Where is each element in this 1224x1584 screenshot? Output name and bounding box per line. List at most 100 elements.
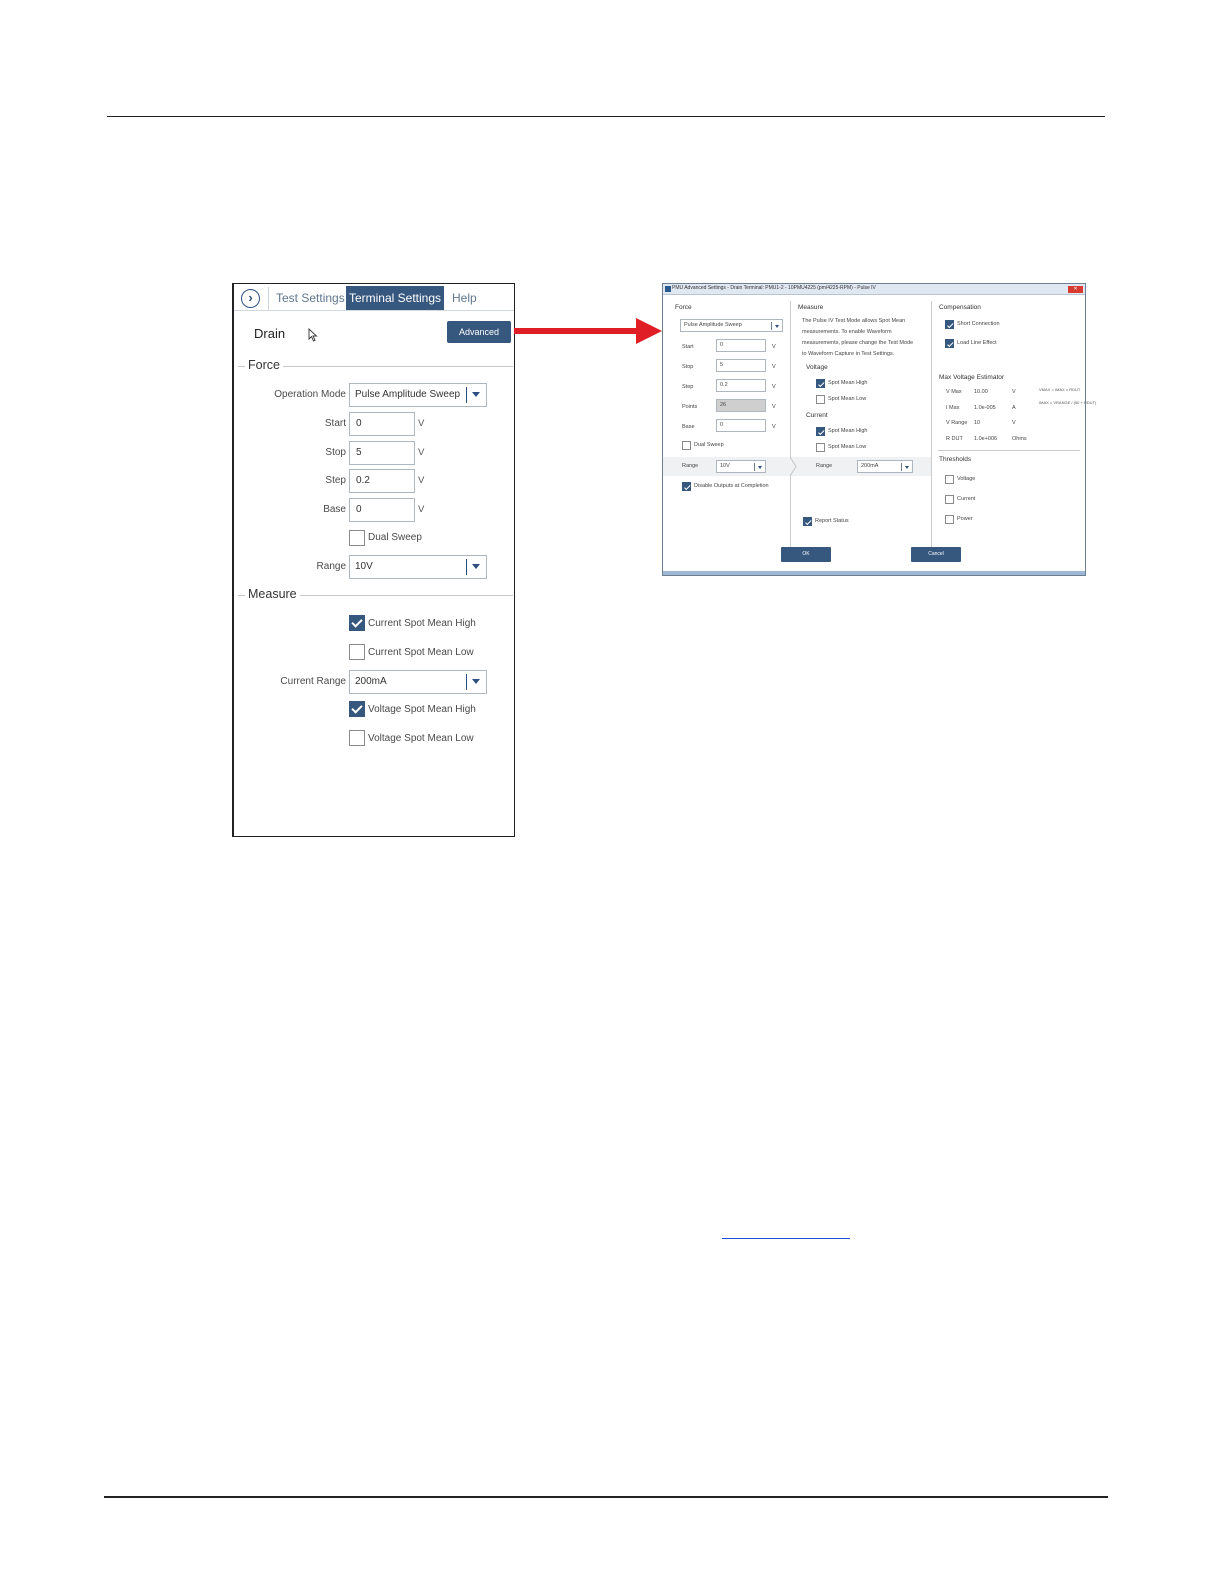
dlg-measure-note-2: measurements. To enable Waveform — [802, 329, 892, 335]
dlg-base-label: Base — [682, 424, 695, 430]
dlg-threshold-current-label: Current — [957, 496, 976, 502]
current-range-value: 200mA — [355, 676, 387, 687]
advanced-button[interactable]: Advanced — [447, 321, 511, 343]
dlg-start-label: Start — [682, 344, 694, 350]
terminal-settings-panel: › Test Settings Terminal Settings Help D… — [232, 283, 515, 837]
arrow-right-icon — [636, 318, 662, 344]
dlg-threshold-current-checkbox[interactable] — [945, 495, 954, 504]
voltage-spot-mean-high-label: Voltage Spot Mean High — [368, 704, 476, 715]
collapse-chevron-icon[interactable]: › — [241, 289, 260, 308]
dlg-threshold-voltage-checkbox[interactable] — [945, 475, 954, 484]
dlg-force-mode-select[interactable]: Pulse Amplitude Sweep — [680, 319, 783, 332]
dlg-imax-label: I Max — [946, 405, 960, 411]
dlg-stop-field[interactable]: 5 — [716, 359, 766, 372]
dlg-force-mode-value: Pulse Amplitude Sweep — [684, 322, 742, 328]
column-divider — [931, 301, 932, 551]
dlg-step-field[interactable]: 0.2 — [716, 379, 766, 392]
dlg-dual-sweep-checkbox[interactable] — [682, 441, 691, 450]
select-divider — [466, 559, 467, 575]
dlg-threshold-power-label: Power — [957, 516, 973, 522]
select-divider — [754, 463, 755, 471]
dlg-vmax-label: V Max — [946, 389, 962, 395]
dlg-rdut-label: R DUT — [946, 436, 963, 442]
current-spot-mean-high-label: Current Spot Mean High — [368, 618, 476, 629]
dual-sweep-label: Dual Sweep — [368, 532, 422, 543]
voltage-spot-mean-high-checkbox[interactable] — [349, 701, 365, 717]
operation-mode-value: Pulse Amplitude Sweep — [355, 389, 461, 400]
dlg-imax-unit: A — [1012, 405, 1016, 411]
dlg-force-range-label: Range — [682, 463, 699, 469]
dlg-vrange-unit: V — [1012, 420, 1016, 426]
dlg-threshold-voltage-label: Voltage — [957, 476, 976, 482]
hyperlink-underline[interactable] — [722, 1238, 850, 1239]
ok-button[interactable]: OK — [781, 547, 831, 562]
footer-rule — [104, 1496, 1108, 1498]
base-field[interactable]: 0 — [349, 498, 415, 522]
current-spot-mean-low-checkbox[interactable] — [349, 644, 365, 660]
dlg-points-unit: V — [772, 404, 776, 410]
current-spot-mean-high-checkbox[interactable] — [349, 615, 365, 631]
dlg-current-high-label: Spot Mean High — [828, 428, 868, 434]
current-range-select[interactable]: 200mA — [349, 670, 487, 694]
voltage-spot-mean-low-checkbox[interactable] — [349, 730, 365, 746]
dlg-short-connection-checkbox[interactable] — [945, 320, 954, 329]
range-select[interactable]: 10V — [349, 555, 487, 579]
dlg-points-label: Points — [682, 404, 698, 410]
tab-terminal-settings[interactable]: Terminal Settings — [346, 286, 444, 310]
dlg-base-field[interactable]: 0 — [716, 419, 766, 432]
dlg-measure-title: Measure — [798, 304, 824, 311]
dlg-force-range-select[interactable]: 10V — [716, 460, 766, 473]
dlg-vmax-value: 10.00 — [974, 389, 988, 395]
range-label: Range — [316, 561, 346, 572]
cancel-button[interactable]: Cancel — [911, 547, 961, 562]
dlg-report-status-checkbox[interactable] — [803, 517, 812, 526]
dlg-start-field[interactable]: 0 — [716, 339, 766, 352]
force-section-title: Force — [245, 358, 283, 372]
select-divider — [466, 387, 467, 403]
dlg-voltage-high-checkbox[interactable] — [816, 379, 825, 388]
mouse-pointer-icon — [308, 328, 318, 342]
tab-test-settings[interactable]: Test Settings — [276, 291, 345, 305]
header-rule — [107, 116, 1105, 117]
dlg-short-connection-label: Short Connection — [957, 321, 1000, 327]
chevron-down-icon — [472, 679, 480, 684]
select-divider — [771, 322, 772, 330]
column-divider — [790, 301, 791, 551]
dlg-voltage-low-checkbox[interactable] — [816, 395, 825, 404]
step-field[interactable]: 0.2 — [349, 469, 415, 493]
step-unit: V — [418, 475, 425, 486]
dlg-load-line-label: Load Line Effect — [957, 340, 997, 346]
arrow-shaft — [514, 328, 640, 334]
dlg-measure-note-1: The Pulse IV Test Mode allows Spot Mean — [802, 318, 906, 324]
start-field[interactable]: 0 — [349, 412, 415, 436]
dlg-dual-sweep-label: Dual Sweep — [694, 442, 724, 448]
dlg-current-high-checkbox[interactable] — [816, 427, 825, 436]
chevron-down-icon — [775, 325, 779, 328]
dlg-measure-note-3: measurements, please change the Test Mod… — [802, 340, 914, 346]
dlg-load-line-checkbox[interactable] — [945, 339, 954, 348]
measure-section-title: Measure — [245, 587, 300, 601]
current-range-label: Current Range — [280, 676, 346, 687]
close-icon[interactable]: ✕ — [1068, 286, 1083, 293]
dlg-disable-outputs-label: Disable Outputs at Completion — [694, 483, 769, 489]
dlg-step-unit: V — [772, 384, 776, 390]
dlg-disable-outputs-checkbox[interactable] — [682, 482, 691, 491]
dlg-formula-imax: IMAX = VRANGE / (50 + RDUT) — [1039, 400, 1097, 405]
operation-mode-select[interactable]: Pulse Amplitude Sweep — [349, 383, 487, 407]
dlg-current-low-checkbox[interactable] — [816, 443, 825, 452]
dlg-voltage-title: Voltage — [806, 364, 828, 371]
tab-help[interactable]: Help — [452, 291, 477, 305]
dlg-current-title: Current — [806, 412, 828, 419]
thresholds-rule — [938, 450, 1080, 451]
dlg-report-status-label: Report Status — [815, 518, 849, 524]
dlg-force-title: Force — [675, 304, 692, 311]
chevron-down-icon — [472, 392, 480, 397]
dlg-threshold-power-checkbox[interactable] — [945, 515, 954, 524]
dual-sweep-checkbox[interactable] — [349, 530, 365, 546]
tab-divider — [268, 287, 269, 311]
stop-field[interactable]: 5 — [349, 441, 415, 465]
dlg-measure-range-select[interactable]: 200mA — [857, 460, 913, 473]
step-label: Step — [325, 475, 346, 486]
chevron-down-icon — [905, 466, 909, 469]
dlg-force-range-value: 10V — [720, 463, 730, 469]
